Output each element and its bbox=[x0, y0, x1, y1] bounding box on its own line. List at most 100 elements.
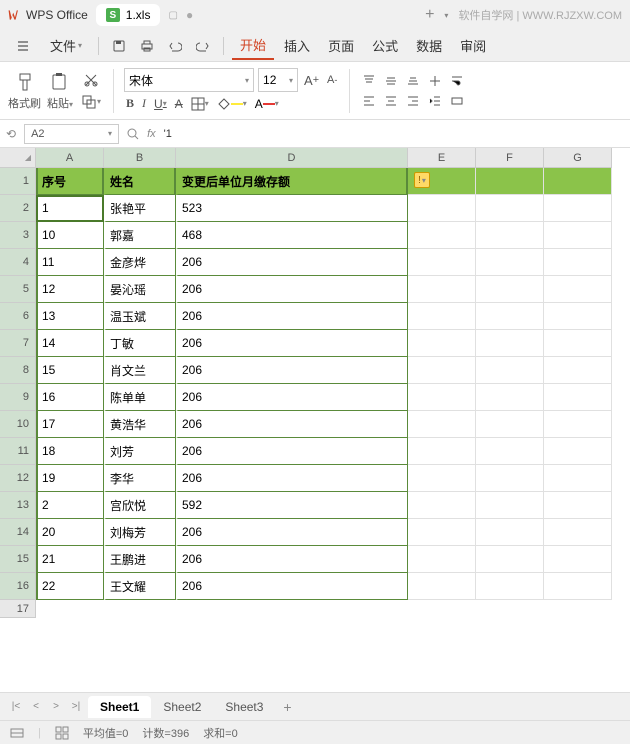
data-cell[interactable]: 温玉斌 bbox=[104, 303, 176, 330]
header-cell[interactable]: 序号 bbox=[36, 168, 104, 195]
empty-cell[interactable] bbox=[476, 357, 544, 384]
row-header[interactable]: 11 bbox=[0, 438, 36, 465]
sheet-prev-icon[interactable]: < bbox=[28, 699, 44, 715]
hamburger-menu[interactable] bbox=[8, 35, 38, 57]
strike-button[interactable]: A bbox=[173, 95, 185, 113]
row-header[interactable]: 9 bbox=[0, 384, 36, 411]
empty-cell[interactable] bbox=[408, 384, 476, 411]
col-header[interactable]: B bbox=[104, 148, 176, 168]
data-cell[interactable]: 21 bbox=[36, 546, 104, 573]
col-header[interactable]: F bbox=[476, 148, 544, 168]
cancel-edit-icon[interactable]: ⟲ bbox=[6, 127, 16, 141]
empty-cell[interactable] bbox=[408, 249, 476, 276]
sheet-next-icon[interactable]: > bbox=[48, 699, 64, 715]
tab-window-icon[interactable]: ▢ bbox=[168, 10, 177, 21]
empty-cell[interactable] bbox=[408, 303, 476, 330]
sheet-tab[interactable]: Sheet1 bbox=[88, 696, 151, 718]
name-box[interactable]: A2 ▾ bbox=[24, 124, 119, 144]
col-header[interactable]: D bbox=[176, 148, 408, 168]
paste-group[interactable]: 粘贴▾ bbox=[47, 71, 73, 111]
add-sheet-button[interactable]: + bbox=[279, 699, 295, 715]
data-cell[interactable]: 刘芳 bbox=[104, 438, 176, 465]
empty-cell[interactable] bbox=[476, 303, 544, 330]
header-cell[interactable]: 变更后单位月缴存额 bbox=[176, 168, 408, 195]
row-headers[interactable]: 1234567891011121314151617 bbox=[0, 168, 36, 618]
empty-cell[interactable] bbox=[408, 546, 476, 573]
empty-cell[interactable] bbox=[544, 357, 612, 384]
redo-button[interactable] bbox=[191, 34, 215, 58]
wrap-button[interactable] bbox=[448, 72, 466, 90]
row-header[interactable]: 8 bbox=[0, 357, 36, 384]
empty-cell[interactable] bbox=[476, 411, 544, 438]
empty-cell[interactable] bbox=[476, 384, 544, 411]
data-cell[interactable]: 206 bbox=[176, 249, 408, 276]
empty-cell[interactable] bbox=[544, 519, 612, 546]
row-header[interactable]: 17 bbox=[0, 600, 36, 618]
decrease-font-button[interactable]: A- bbox=[325, 72, 339, 88]
empty-cell[interactable] bbox=[476, 519, 544, 546]
orientation-button[interactable] bbox=[426, 72, 444, 90]
empty-cell[interactable] bbox=[408, 492, 476, 519]
empty-cell[interactable] bbox=[408, 438, 476, 465]
empty-cell[interactable] bbox=[544, 330, 612, 357]
empty-cell[interactable] bbox=[408, 465, 476, 492]
font-color-button[interactable]: A▾ bbox=[253, 95, 281, 113]
underline-button[interactable]: U▾ bbox=[152, 95, 169, 113]
data-cell[interactable]: 金彦烨 bbox=[104, 249, 176, 276]
data-cell[interactable]: 206 bbox=[176, 411, 408, 438]
row-header[interactable]: 14 bbox=[0, 519, 36, 546]
data-cell[interactable]: 张艳平 bbox=[104, 195, 176, 222]
data-cell[interactable]: 206 bbox=[176, 465, 408, 492]
empty-cell[interactable] bbox=[476, 465, 544, 492]
data-cell[interactable]: 206 bbox=[176, 330, 408, 357]
align-center-button[interactable] bbox=[382, 92, 400, 110]
spreadsheet-grid[interactable]: ABDEFG 1234567891011121314151617 序号姓名变更后… bbox=[0, 148, 630, 692]
border-button[interactable]: ▾ bbox=[189, 95, 211, 113]
data-cell[interactable]: 17 bbox=[36, 411, 104, 438]
menu-tab-1[interactable]: 插入 bbox=[276, 31, 318, 60]
error-indicator-icon[interactable]: !▾ bbox=[414, 172, 430, 188]
data-cell[interactable]: 206 bbox=[176, 573, 408, 600]
col-header[interactable]: G bbox=[544, 148, 612, 168]
row-header[interactable]: 2 bbox=[0, 195, 36, 222]
align-bottom-button[interactable] bbox=[404, 72, 422, 90]
empty-cell[interactable] bbox=[408, 330, 476, 357]
empty-cell[interactable] bbox=[476, 573, 544, 600]
row-header[interactable]: 5 bbox=[0, 276, 36, 303]
data-cell[interactable]: 晏沁瑶 bbox=[104, 276, 176, 303]
empty-cell[interactable] bbox=[408, 573, 476, 600]
italic-button[interactable]: I bbox=[140, 94, 148, 113]
empty-cell[interactable] bbox=[476, 546, 544, 573]
data-cell[interactable]: 206 bbox=[176, 357, 408, 384]
data-cell[interactable]: 1 bbox=[36, 195, 104, 222]
data-cell[interactable]: 13 bbox=[36, 303, 104, 330]
empty-cell[interactable] bbox=[408, 357, 476, 384]
data-cell[interactable]: 206 bbox=[176, 276, 408, 303]
increase-font-button[interactable]: A+ bbox=[302, 71, 321, 90]
header-cell[interactable]: 姓名 bbox=[104, 168, 176, 195]
empty-cell[interactable] bbox=[408, 276, 476, 303]
data-cell[interactable]: 黄浩华 bbox=[104, 411, 176, 438]
font-select[interactable]: 宋体▾ bbox=[124, 68, 254, 92]
empty-cell[interactable] bbox=[544, 411, 612, 438]
sheet-first-icon[interactable]: |< bbox=[8, 699, 24, 715]
empty-cell[interactable] bbox=[544, 438, 612, 465]
save-button[interactable] bbox=[107, 34, 131, 58]
undo-button[interactable] bbox=[163, 34, 187, 58]
zoom-formula-icon[interactable] bbox=[127, 128, 139, 140]
empty-cell[interactable] bbox=[544, 222, 612, 249]
empty-cell[interactable] bbox=[544, 168, 612, 195]
align-top-button[interactable] bbox=[360, 72, 378, 90]
data-cell[interactable]: 王文耀 bbox=[104, 573, 176, 600]
empty-cell[interactable] bbox=[544, 276, 612, 303]
row-header[interactable]: 7 bbox=[0, 330, 36, 357]
empty-cell[interactable] bbox=[544, 303, 612, 330]
empty-cell[interactable] bbox=[476, 195, 544, 222]
data-cell[interactable]: 16 bbox=[36, 384, 104, 411]
data-cell[interactable]: 14 bbox=[36, 330, 104, 357]
row-header[interactable]: 16 bbox=[0, 573, 36, 600]
col-header[interactable]: A bbox=[36, 148, 104, 168]
data-cell[interactable]: 陈单单 bbox=[104, 384, 176, 411]
empty-cell[interactable] bbox=[476, 438, 544, 465]
data-cell[interactable]: 206 bbox=[176, 384, 408, 411]
